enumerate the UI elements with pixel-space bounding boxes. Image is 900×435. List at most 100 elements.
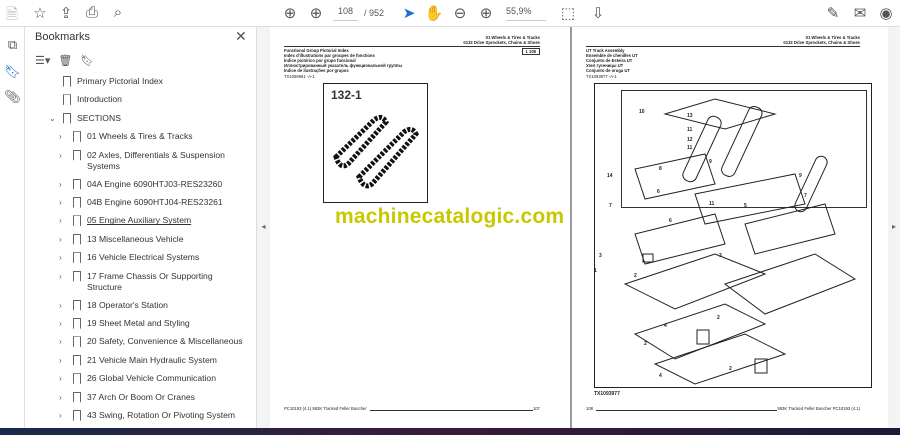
bookmark-icon — [73, 131, 81, 143]
bookmark-icon — [73, 233, 81, 245]
chevron-right-icon[interactable]: › — [59, 300, 69, 311]
bookmark-icon — [73, 336, 81, 348]
bookmark-icon — [73, 215, 81, 227]
next-page-icon[interactable]: ⊕ — [306, 4, 326, 22]
bookmark-star-icon[interactable]: ☆ — [30, 4, 50, 22]
part-callout: 4 — [664, 323, 667, 329]
previous-page-icon[interactable]: ⊕ — [280, 4, 300, 22]
page-number: 108 — [586, 406, 596, 411]
bookmark-item[interactable]: › 17 Frame Chassis Or Supporting Structur… — [59, 270, 247, 293]
bookmark-item[interactable]: › 04A Engine 6090HTJ03-RES23260 — [59, 178, 222, 190]
part-callout: 5 — [744, 203, 747, 209]
upload-cloud-icon[interactable]: ⇪ — [56, 4, 76, 22]
figure-title: Conjunto de oruga UT — [586, 68, 630, 73]
bookmark-item[interactable]: › 37 Arch Or Boom Or Cranes — [59, 391, 195, 403]
part-callout: 2 — [729, 366, 732, 372]
collapse-panel-arrow[interactable]: ◂ — [257, 27, 270, 428]
zoom-out-icon[interactable]: ⊖ — [450, 4, 470, 22]
email-icon[interactable]: ✉ — [850, 4, 870, 22]
fit-page-icon[interactable]: ⬚ — [558, 4, 578, 22]
print-icon[interactable]: ⎙ — [82, 4, 102, 21]
bookmark-icon — [73, 252, 81, 264]
chevron-right-icon[interactable]: › — [59, 215, 69, 226]
part-callout: 10 — [639, 109, 645, 115]
chevron-right-icon[interactable]: › — [59, 392, 69, 403]
delete-icon[interactable]: 🗑︎ — [58, 54, 72, 67]
options-menu-icon[interactable]: ☰▾ — [35, 54, 50, 67]
bookmark-item[interactable]: Introduction — [49, 94, 122, 106]
chevron-right-icon[interactable]: › — [59, 131, 69, 142]
part-callout: 1 — [594, 268, 597, 274]
bookmark-item[interactable]: ⌄ SECTIONS — [49, 112, 121, 124]
chevron-right-icon[interactable]: › — [59, 373, 69, 384]
hand-tool-icon[interactable]: ✋ — [424, 4, 444, 22]
bookmark-item[interactable]: Primary Pictorial Index — [49, 76, 163, 87]
exploded-view-figure: 10 13 11 12 11 9 8 6 14 7 11 5 6 9 7 3 3 1 2 2 4 2 4 2 — [594, 83, 872, 388]
chevron-right-icon[interactable]: › — [59, 234, 69, 245]
chevron-right-icon[interactable]: › — [59, 179, 69, 190]
scroll-mode-icon[interactable]: ⇩ — [588, 4, 608, 22]
bookmark-label: Primary Pictorial Index — [77, 76, 163, 86]
page-index-box: 1 108 — [521, 48, 540, 55]
bookmark-item[interactable]: › 19 Sheet Metal and Styling — [59, 318, 190, 329]
page-number: 107 — [533, 406, 540, 411]
bookmark-label: 05 Engine Auxiliary System — [87, 215, 192, 226]
track-chain-icon — [333, 114, 419, 189]
part-callout: 8 — [659, 166, 662, 172]
chevron-right-icon[interactable]: › — [59, 150, 69, 161]
bookmark-item[interactable]: › 20 Safety, Convenience & Miscellaneous — [59, 336, 243, 348]
figure-ref: TX1056961 -A-1 — [284, 74, 315, 79]
part-callout: 6 — [669, 218, 672, 224]
bookmarks-icon[interactable]: 🔖︎ — [4, 64, 21, 80]
part-callout: 2 — [634, 273, 637, 279]
select-cursor-icon[interactable]: ➤ — [399, 4, 419, 22]
bookmark-item[interactable]: › 16 Vehicle Electrical Systems — [59, 252, 199, 264]
bookmark-icon — [73, 354, 81, 366]
page-number-input[interactable]: 108 — [333, 6, 358, 21]
tile-label: 132-1 — [331, 88, 362, 102]
account-icon[interactable]: ◉ — [876, 4, 896, 22]
chevron-right-icon[interactable]: › — [59, 355, 69, 366]
chevron-right-icon[interactable]: › — [59, 410, 69, 421]
bookmark-item[interactable]: › 21 Vehicle Main Hydraulic System — [59, 354, 217, 366]
bookmark-label: 04B Engine 6090HTJ04-RES23261 — [87, 197, 223, 207]
bookmark-label: 37 Arch Or Boom Or Cranes — [87, 391, 195, 402]
bookmark-item[interactable]: › 01 Wheels & Tires & Tracks — [59, 131, 193, 143]
bookmarks-panel: Bookmarks ✕ ☰▾ 🗑︎ 🔖︎ Primary Pictorial I… — [25, 27, 274, 428]
bookmark-item[interactable]: › 18 Operator's Station — [59, 299, 168, 311]
sign-icon[interactable]: ✎ — [823, 4, 843, 22]
bookmark-label: 26 Global Vehicle Communication — [87, 373, 216, 384]
pictorial-tile[interactable]: 132-1 — [323, 83, 428, 203]
bookmark-label: 19 Sheet Metal and Styling — [87, 318, 190, 328]
search-zoom-icon[interactable]: ⌕ — [108, 4, 128, 21]
zoom-level-select[interactable]: 55,9% — [506, 6, 546, 21]
next-pane-arrow[interactable]: ▸ — [888, 27, 900, 428]
bookmark-item[interactable]: › 04B Engine 6090HTJ04-RES23261 — [59, 197, 223, 208]
attachments-icon[interactable]: 📎︎ — [4, 89, 21, 105]
save-icon[interactable]: 🗎 — [2, 4, 22, 29]
chevron-right-icon[interactable]: › — [59, 318, 69, 329]
chevron-right-icon[interactable]: › — [59, 271, 69, 282]
chevron-right-icon[interactable]: › — [59, 336, 69, 347]
chevron-down-icon[interactable]: ⌄ — [49, 113, 59, 124]
chevron-right-icon[interactable]: › — [59, 197, 69, 208]
toolbar: 🗎 ☆ ⇪ ⎙ ⌕ ⊕ ⊕ 108 / 952 ➤ ✋ ⊖ ⊕ 55,9% ⬚ … — [0, 0, 900, 27]
part-callout: 3 — [719, 253, 722, 259]
zoom-in-icon[interactable]: ⊕ — [476, 4, 496, 22]
bookmark-icon — [73, 197, 81, 208]
bookmark-item[interactable]: › 02 Axles, Differentials & Suspension Sy… — [59, 149, 247, 172]
chevron-right-icon[interactable]: › — [59, 252, 69, 263]
figure-ref: TX1093977 -A-1 — [586, 74, 617, 79]
bookmark-item[interactable]: › 05 Engine Auxiliary System — [59, 215, 192, 227]
page-footer: 953K Tracked Feller Buncher PC10193 (4.1… — [777, 406, 860, 411]
bookmark-item[interactable]: › 13 Miscellaneous Vehicle — [59, 233, 184, 245]
bookmark-label: 01 Wheels & Tires & Tracks — [87, 131, 193, 142]
pages-thumbnail-icon[interactable]: ⧉ — [4, 37, 21, 53]
bookmark-item[interactable]: › 43 Swing, Rotation Or Pivoting System — [59, 410, 235, 421]
bookmark-item[interactable]: › 26 Global Vehicle Communication — [59, 373, 216, 385]
watermark: machinecatalogic.com — [335, 205, 565, 228]
bookmark-icon — [73, 318, 81, 329]
bookmark-icon — [73, 178, 81, 190]
close-icon[interactable]: ✕ — [235, 28, 247, 45]
new-bookmark-icon[interactable]: 🔖︎ — [80, 54, 94, 67]
